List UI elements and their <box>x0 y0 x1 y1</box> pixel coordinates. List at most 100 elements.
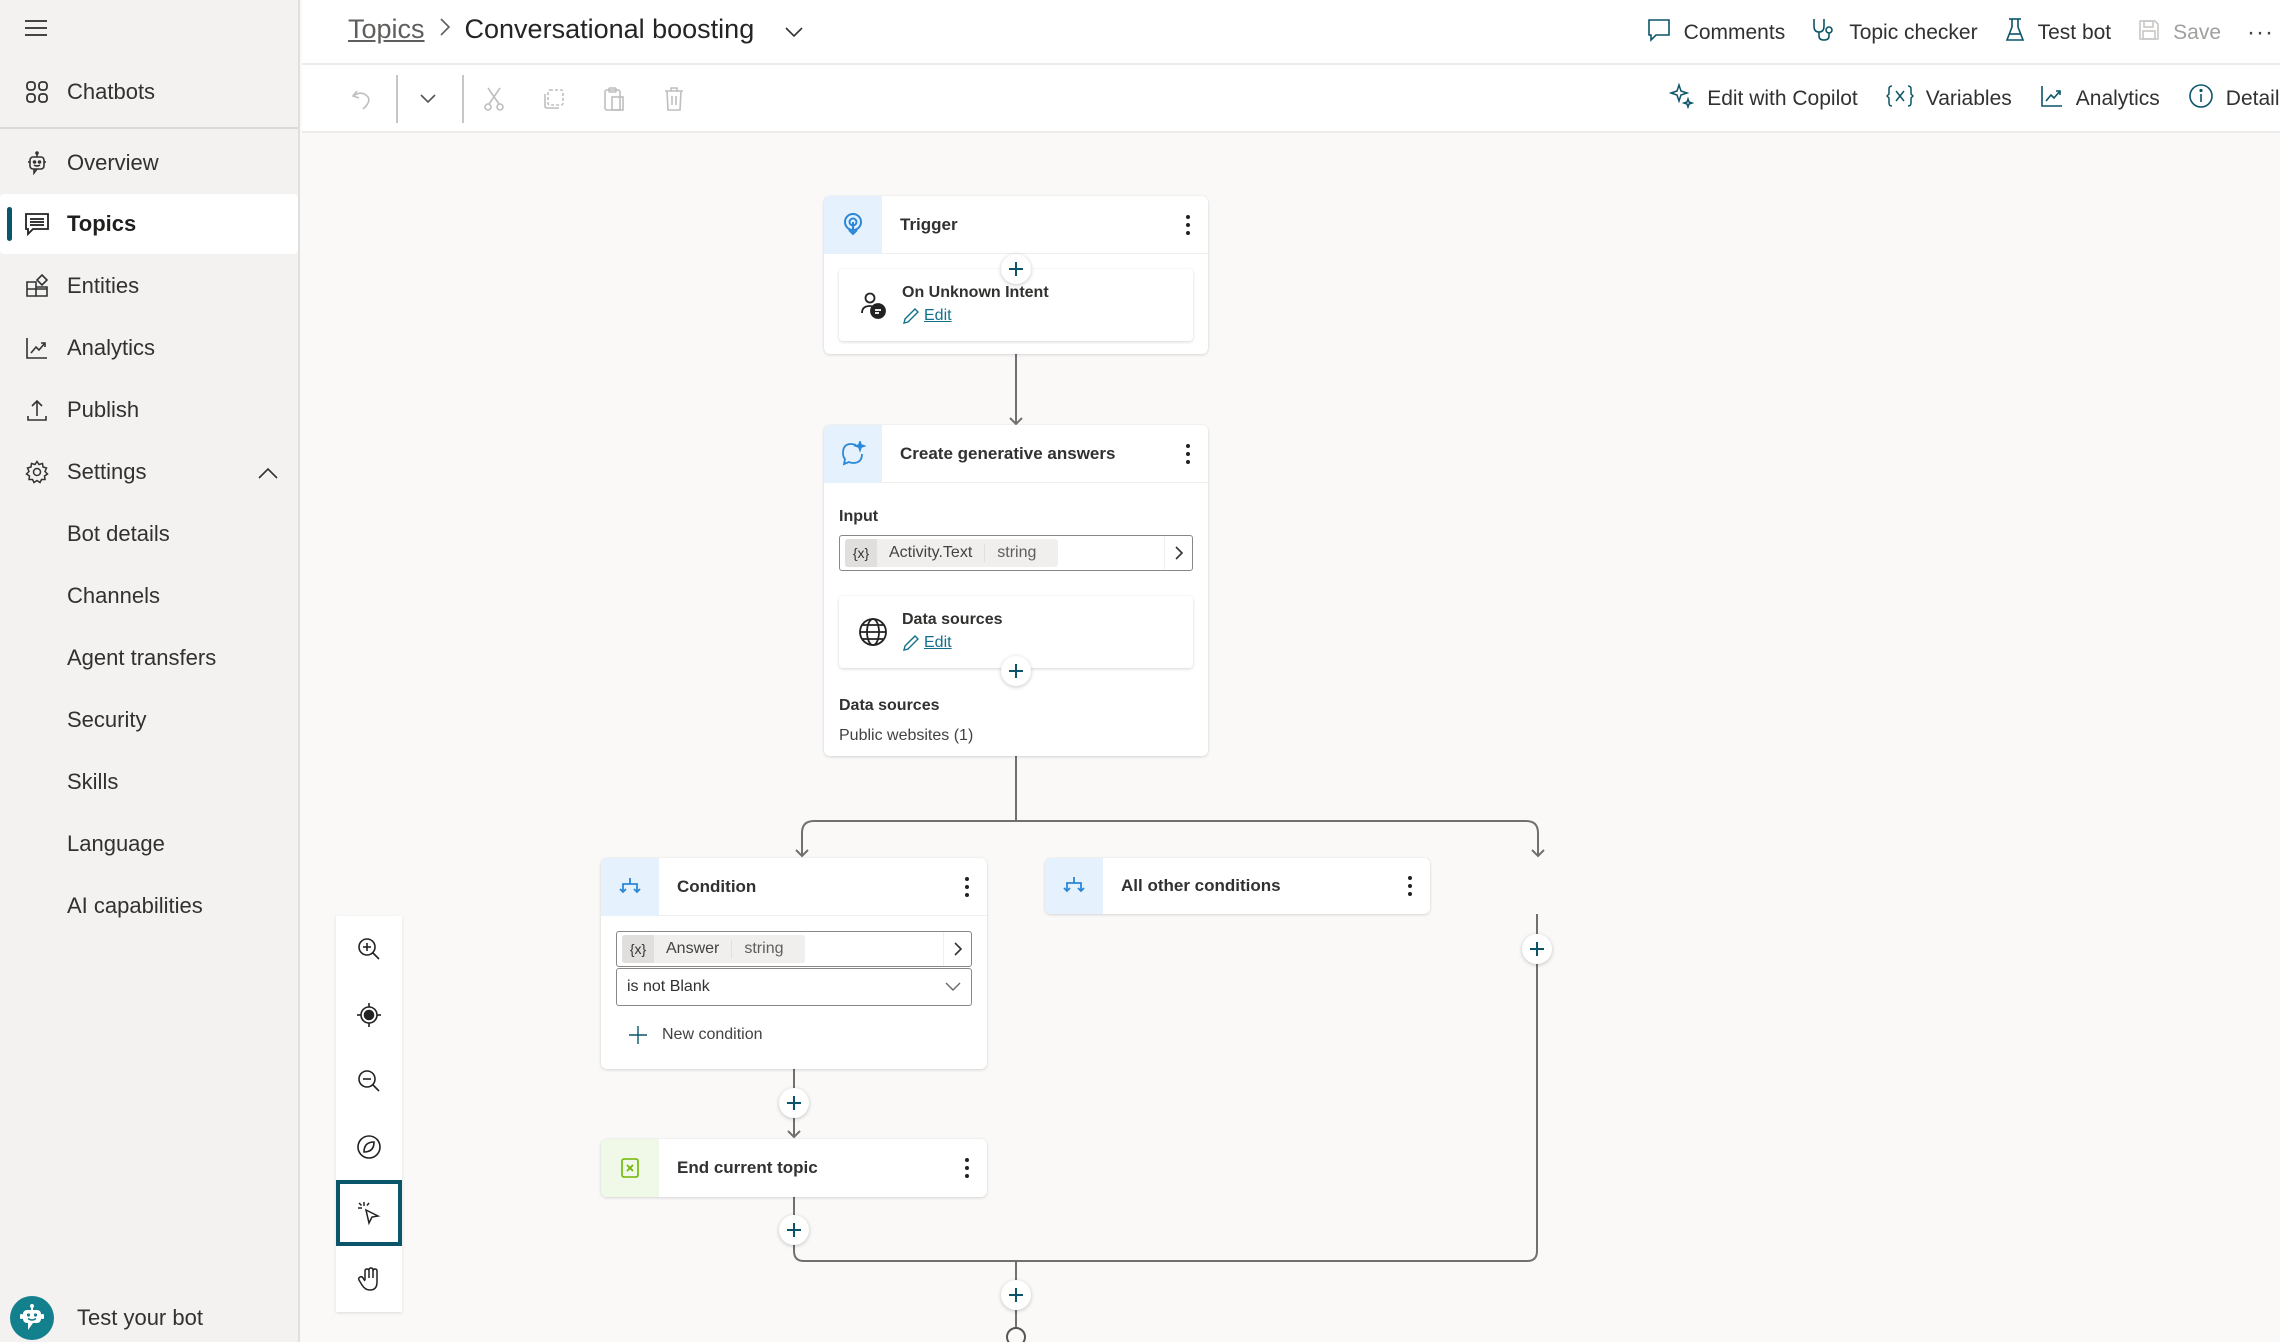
delete-icon[interactable] <box>654 79 694 119</box>
save-label: Save <box>2173 20 2222 44</box>
variable-pill: {x} Activity.Text string <box>845 539 1059 567</box>
variables-button[interactable]: Variables <box>1885 84 2012 114</box>
chevron-right-icon[interactable] <box>1164 536 1192 570</box>
operator-value: is not Blank <box>627 978 710 995</box>
sidebar-item-label: Security <box>67 707 147 732</box>
sidebar-item-ai-capabilities[interactable]: AI capabilities <box>0 876 298 936</box>
minimap-icon <box>357 1135 381 1159</box>
recenter-button[interactable] <box>336 982 402 1048</box>
pan-mode-button[interactable] <box>336 1246 402 1312</box>
chart-icon <box>24 335 50 361</box>
flow-connectors <box>787 354 1545 1330</box>
add-node-button[interactable] <box>779 1088 809 1118</box>
copy-icon[interactable] <box>534 79 574 119</box>
condition-variable-field[interactable]: {x} Answer string <box>616 931 972 967</box>
hamburger-icon[interactable] <box>25 20 47 36</box>
node-header: Create generative answers <box>824 424 1208 483</box>
comments-button[interactable]: Comments <box>1646 17 1785 49</box>
test-your-bot-button[interactable]: Test your bot <box>10 1296 203 1340</box>
edit-with-copilot-button[interactable]: Edit with Copilot <box>1668 82 1858 115</box>
sidebar-item-language[interactable]: Language <box>0 814 298 874</box>
edit-toolbar <box>342 65 714 133</box>
cut-icon[interactable] <box>474 79 514 119</box>
upload-icon <box>24 397 50 423</box>
node-header: All other conditions <box>1045 858 1430 914</box>
chevron-down-icon[interactable] <box>784 14 804 45</box>
divider <box>396 75 398 123</box>
add-node-button[interactable] <box>1522 934 1552 964</box>
sidebar-item-label: Chatbots <box>67 79 156 104</box>
all-other-conditions-node[interactable]: All other conditions <box>1045 858 1430 914</box>
chevron-down-icon[interactable] <box>408 79 448 119</box>
input-variable-field[interactable]: {x} Activity.Text string <box>839 535 1193 571</box>
edit-link[interactable]: Edit <box>902 634 952 652</box>
topic-checker-label: Topic checker <box>1849 20 1978 44</box>
sidebar-item-security[interactable]: Security <box>0 690 298 750</box>
select-mode-button[interactable] <box>336 1180 402 1246</box>
flow-end-marker <box>1006 1327 1026 1342</box>
more-options-icon[interactable] <box>1178 210 1198 240</box>
authoring-canvas[interactable]: Trigger On Unknown Intent Edit Create ge… <box>302 133 2280 1342</box>
generative-answers-node[interactable]: Create generative answers Input {x} Acti… <box>824 424 1208 756</box>
condition-operator-dropdown[interactable]: is not Blank <box>616 968 972 1006</box>
breadcrumb-separator-icon <box>439 17 451 43</box>
sidebar-item-label: Bot details <box>67 521 170 546</box>
breadcrumb-topics-link[interactable]: Topics <box>348 14 425 45</box>
chevron-down-icon <box>945 979 961 997</box>
new-condition-button[interactable]: New condition <box>628 1025 763 1045</box>
data-sources-label: Data sources <box>839 697 940 714</box>
breadcrumb: Topics Conversational boosting <box>348 14 804 45</box>
save-icon <box>2137 18 2173 48</box>
sidebar-item-agent-transfers[interactable]: Agent transfers <box>0 628 298 688</box>
globe-icon <box>857 616 889 648</box>
add-node-button[interactable] <box>779 1215 809 1245</box>
chat-icon <box>24 211 50 237</box>
more-options-icon[interactable] <box>957 872 977 902</box>
plus-icon <box>787 1223 801 1237</box>
undo-icon[interactable] <box>342 79 382 119</box>
toolbar: Edit with Copilot Variables Analytics De… <box>302 65 2280 133</box>
topic-checker-button[interactable]: Topic checker <box>1811 17 1978 49</box>
chevron-right-icon[interactable] <box>943 932 971 966</box>
test-bot-button[interactable]: Test bot <box>2004 17 2111 49</box>
data-sources-title: Data sources <box>902 611 1003 628</box>
sidebar-item-skills[interactable]: Skills <box>0 752 298 812</box>
sidebar-item-settings[interactable]: Settings <box>0 442 298 502</box>
add-node-button[interactable] <box>1001 254 1031 284</box>
sidebar-item-bot-details[interactable]: Bot details <box>0 504 298 564</box>
save-button[interactable]: Save <box>2137 18 2221 48</box>
details-button[interactable]: Details <box>2188 83 2280 115</box>
edit-with-copilot-label: Edit with Copilot <box>1707 87 1858 110</box>
trigger-type: On Unknown Intent <box>902 284 1049 301</box>
end-current-topic-node[interactable]: End current topic <box>601 1139 987 1197</box>
sidebar-item-publish[interactable]: Publish <box>0 380 298 440</box>
sidebar-item-topics[interactable]: Topics <box>0 194 298 254</box>
sidebar-item-overview[interactable]: Overview <box>0 133 298 193</box>
more-options-icon[interactable] <box>957 1153 977 1183</box>
more-options-icon[interactable] <box>1178 439 1198 469</box>
more-options-icon[interactable]: ··· <box>2247 19 2274 47</box>
zoom-out-button[interactable] <box>336 1048 402 1114</box>
header-actions: Comments Topic checker Test bot Save ··· <box>1620 0 2280 65</box>
analytics-button[interactable]: Analytics <box>2040 84 2160 114</box>
divider <box>0 127 298 129</box>
sidebar-item-analytics[interactable]: Analytics <box>0 318 298 378</box>
sidebar-item-label: AI capabilities <box>67 893 203 918</box>
chevron-up-icon[interactable] <box>258 459 278 485</box>
page-title: Conversational boosting <box>464 14 755 44</box>
stethoscope-icon <box>1811 17 1849 49</box>
minimap-button[interactable] <box>336 1114 402 1180</box>
sidebar-item-entities[interactable]: Entities <box>0 256 298 316</box>
sidebar-item-channels[interactable]: Channels <box>0 566 298 626</box>
bot-icon <box>24 150 50 176</box>
condition-node[interactable]: Condition {x} Answer string is not Blank… <box>601 857 987 1069</box>
pan-mode-icon <box>357 1267 378 1291</box>
sidebar-item-chatbots[interactable]: Chatbots <box>0 62 298 122</box>
zoom-in-button[interactable] <box>336 916 402 982</box>
node-header: End current topic <box>601 1139 987 1197</box>
paste-icon[interactable] <box>594 79 634 119</box>
more-options-icon[interactable] <box>1400 871 1420 901</box>
add-node-button[interactable] <box>1001 1280 1031 1310</box>
add-node-button[interactable] <box>1001 656 1031 686</box>
edit-link[interactable]: Edit <box>902 307 952 325</box>
